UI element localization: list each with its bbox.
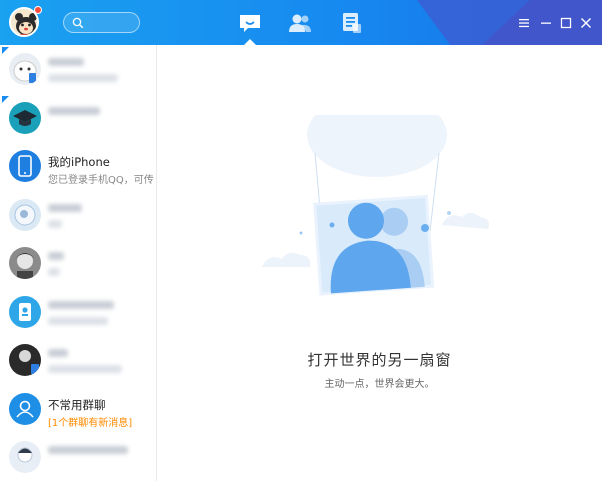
conversation-list[interactable]: 我的iPhone 您已登录手机QQ，可传 不常用群聊 [1个群聊有新消息] [0,45,157,481]
blurred-name [48,300,114,309]
cartoon-icon [9,441,41,473]
conversation-name: 不常用群聊 [48,397,106,412]
main-panel: 打开世界的另一扇窗 主动一点，世界会更大。 [157,45,602,481]
message-icon [240,15,260,32]
tab-contacts[interactable] [287,10,313,36]
conversation-item-my-iphone[interactable]: 我的iPhone 您已登录手机QQ，可传 [0,142,156,191]
blurred-preview [48,316,108,325]
close-button[interactable] [579,15,593,29]
blurred-preview [48,268,60,276]
anime-avatar [9,247,41,279]
iphone-icon [9,150,41,182]
minimize-icon [541,22,551,24]
bird-icon [9,198,41,231]
graduation-cap-icon [9,101,41,134]
menu-icon [519,19,529,28]
group-avatar [9,392,41,425]
notification-dot [34,6,42,14]
group-icon [9,392,41,425]
qq-main-window: 我的iPhone 您已登录手机QQ，可传 不常用群聊 [1个群聊有新消息] 打开… [0,0,602,481]
blurred-name [48,349,68,357]
blurred-name [48,106,100,115]
conversation-item[interactable] [0,191,156,240]
anime-icon [9,247,41,279]
graduation-cap-avatar [9,101,41,134]
conversation-name: 我的iPhone [48,155,110,169]
conversation-item[interactable] [0,94,156,143]
empty-state-title: 打开世界的另一扇窗 [307,351,452,369]
apps-icon [343,13,361,33]
id-card-icon [9,295,41,328]
bear-avatar [9,53,41,85]
conversation-item-group-folder[interactable]: 不常用群聊 [1个群聊有新消息] [0,385,156,434]
empty-state-illustration [257,93,497,319]
conversation-item[interactable] [0,239,156,288]
conversation-preview: [1个群聊有新消息] [48,417,133,429]
empty-state-subtitle: 主动一点，世界会更大。 [324,379,435,390]
minimize-button[interactable] [539,15,553,29]
blurred-preview [48,365,122,373]
title-bar[interactable] [0,0,602,45]
conversation-preview: 您已登录手机QQ，可传 [48,175,154,186]
close-icon [581,18,591,28]
blurred-name [48,58,84,66]
iphone-avatar [9,150,41,182]
photo-avatar [9,344,41,376]
maximize-icon [560,17,572,29]
maximize-button[interactable] [559,15,573,29]
tab-messages[interactable] [237,10,263,36]
menu-button[interactable] [517,15,531,29]
search-icon [72,17,84,29]
blurred-preview [48,74,118,82]
contacts-icon [289,14,311,32]
conversation-item[interactable] [0,45,156,94]
bird-avatar [9,198,41,231]
window-world-icon [262,93,489,296]
pinned-marker [2,95,9,103]
blurred-name [48,252,64,260]
tab-apps[interactable] [339,10,365,36]
bear-avatar-icon [9,53,41,85]
conversation-item[interactable] [0,336,156,385]
blurred-preview [48,219,62,228]
blurred-name [48,203,82,212]
pinned-marker [2,47,9,54]
conversation-item[interactable] [0,288,156,337]
conversation-item[interactable] [0,433,156,481]
id-card-avatar [9,295,41,328]
blurred-name [48,446,128,454]
search-box[interactable] [63,12,140,33]
person-photo-icon [9,344,41,376]
cartoon-avatar [9,441,41,473]
